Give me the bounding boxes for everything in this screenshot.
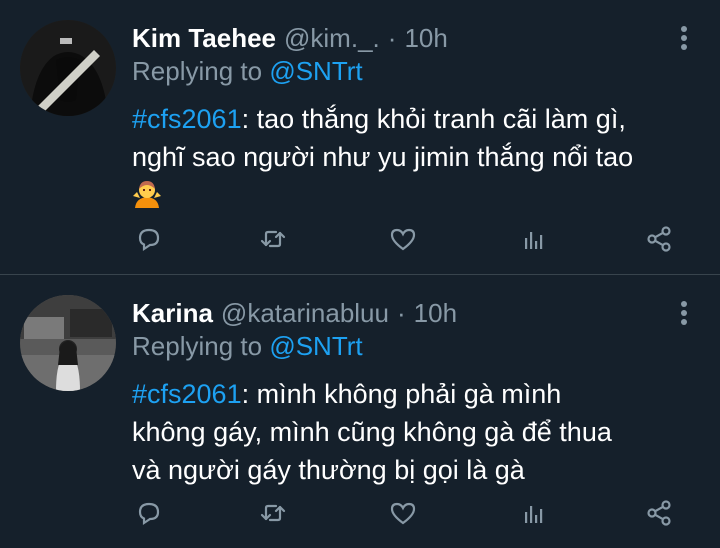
tweet-actions <box>132 224 680 254</box>
reply-icon[interactable] <box>134 224 164 254</box>
more-icon[interactable] <box>680 26 688 52</box>
user-handle[interactable]: @kim._. <box>284 23 380 54</box>
avatar[interactable] <box>20 295 116 391</box>
tweet[interactable]: Karina @katarinabluu · 10h Replying to @… <box>0 274 720 548</box>
tweet-text-line: : mình không phải gà mình <box>241 379 562 409</box>
separator-dot: · <box>387 22 397 53</box>
hashtag-link[interactable]: #cfs2061 <box>132 379 242 409</box>
retweet-icon[interactable] <box>258 498 288 528</box>
reply-icon[interactable] <box>134 498 164 528</box>
avatar[interactable] <box>20 20 116 116</box>
replying-to: Replying to @SNTrt <box>132 56 363 87</box>
replying-to: Replying to @SNTrt <box>132 331 363 362</box>
separator-dot: · <box>396 297 406 328</box>
tweet-text-line: không gáy, mình cũng không gà để thua <box>132 417 612 447</box>
display-name[interactable]: Karina <box>132 298 213 329</box>
mention-link[interactable]: @SNTrt <box>269 331 362 361</box>
display-name[interactable]: Kim Taehee <box>132 23 276 54</box>
tweet-text-line: và người gáy thường bị gọi là gà <box>132 455 525 485</box>
share-icon[interactable] <box>644 498 674 528</box>
like-icon[interactable] <box>388 224 418 254</box>
mention-link[interactable]: @SNTrt <box>269 56 362 86</box>
tweet-text: #cfs2061: tao thắng khỏi tranh cãi làm g… <box>132 100 700 214</box>
analytics-icon[interactable] <box>518 224 548 254</box>
tweet-actions <box>132 498 680 528</box>
replying-prefix: Replying to <box>132 331 263 361</box>
retweet-icon[interactable] <box>258 224 288 254</box>
replying-prefix: Replying to <box>132 56 263 86</box>
tweet-text-line: nghĩ sao người như yu jimin thắng nổi ta… <box>132 142 634 172</box>
hashtag-link[interactable]: #cfs2061 <box>132 104 242 134</box>
tweet-text-line: : tao thắng khỏi tranh cãi làm gì, <box>241 104 626 134</box>
tweet-text: #cfs2061: mình không phải gà mình không … <box>132 375 700 489</box>
tweet[interactable]: Kim Taehee @kim._. · 10h Replying to @SN… <box>0 0 720 274</box>
timestamp[interactable]: 10h <box>404 23 447 54</box>
more-icon[interactable] <box>680 301 688 327</box>
analytics-icon[interactable] <box>518 498 548 528</box>
timestamp[interactable]: 10h <box>414 298 457 329</box>
like-icon[interactable] <box>388 498 418 528</box>
user-handle[interactable]: @katarinabluu <box>221 298 389 329</box>
person-shrugging-emoji <box>132 178 162 208</box>
share-icon[interactable] <box>644 224 674 254</box>
